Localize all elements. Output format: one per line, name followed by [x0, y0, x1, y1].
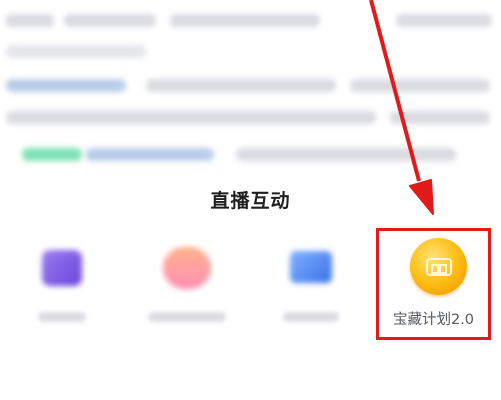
arrow-head: [409, 179, 434, 215]
red-arrow-annotation: [369, 0, 434, 215]
arrow-shaft: [369, 0, 421, 182]
